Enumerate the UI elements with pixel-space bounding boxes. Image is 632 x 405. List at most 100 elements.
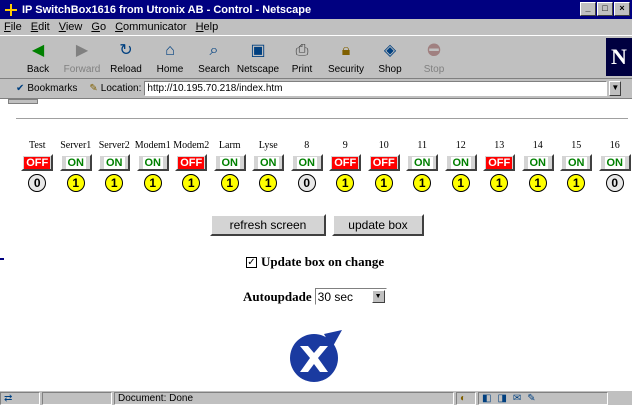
url-dropdown-button[interactable]: ▼	[609, 81, 622, 96]
security-indicator: ◐	[456, 391, 476, 405]
netscape-label: Netscape	[236, 64, 280, 75]
switch-toggle-button[interactable]: ON	[444, 154, 477, 171]
bookmarks-button[interactable]: ✔ Bookmarks	[16, 83, 77, 94]
switch-status-indicator: 0	[28, 174, 47, 192]
switch-state-text: OFF	[370, 156, 397, 169]
page-content: Test OFF 0 Server1 ON 1 Server2 ON 1 Modem1 ON 1 Mod…	[8, 104, 632, 390]
switch-label: 15	[571, 140, 582, 151]
switch-state-text: OFF	[486, 156, 513, 169]
switch-label: 9	[342, 140, 348, 151]
switch-label: 11	[417, 140, 428, 151]
url-input[interactable]: http://10.195.70.218/index.htm	[144, 81, 608, 96]
autoupdate-select[interactable]: 30 sec ▼	[314, 288, 387, 305]
switch-column: 12 ON 1	[442, 140, 481, 192]
component-icons: ◧◨✉✎	[482, 392, 542, 404]
switch-toggle-button[interactable]: ON	[598, 154, 631, 171]
stop-icon: ⛔︎	[427, 42, 441, 59]
switch-toggle-button[interactable]: OFF	[175, 154, 208, 171]
horizontal-rule	[16, 118, 628, 120]
switch-toggle-button[interactable]: ON	[252, 154, 285, 171]
forward-label: Forward	[63, 64, 101, 75]
switch-toggle-button[interactable]: ON	[213, 154, 246, 171]
switch-state-text: ON	[604, 156, 625, 169]
status-bar: ⇄ Document: Done ◐ ◧◨✉✎	[0, 390, 632, 405]
search-button[interactable]: ⌕ Search	[192, 36, 236, 78]
back-arrow-icon: ◀	[31, 42, 45, 59]
search-icon: ⌕	[209, 42, 219, 59]
connection-icon: ⇄	[4, 392, 13, 404]
home-button[interactable]: ⌂ Home	[148, 36, 192, 78]
connection-indicator: ⇄	[0, 391, 40, 405]
switch-column: 13 OFF 1	[480, 140, 519, 192]
component-bar: ◧◨✉✎	[478, 391, 608, 405]
switch-toggle-button[interactable]: OFF	[367, 154, 400, 171]
shop-label: Shop	[378, 64, 402, 75]
menu-edit[interactable]: Edit	[31, 21, 50, 33]
switch-column: 9 OFF 1	[326, 140, 365, 192]
utronix-logo	[290, 330, 342, 382]
switch-status-indicator: 1	[490, 174, 509, 192]
switch-status-indicator: 1	[143, 174, 162, 192]
reload-label: Reload	[110, 64, 142, 75]
switch-toggle-button[interactable]: OFF	[21, 154, 54, 171]
back-button[interactable]: ◀ Back	[16, 36, 60, 78]
netscape-button[interactable]: ▣ Netscape	[236, 36, 280, 78]
security-button[interactable]: 🔒︎ Security	[324, 36, 368, 78]
autoupdate-label: Autoupdade	[243, 288, 312, 304]
location-icon: ✎	[89, 83, 98, 94]
update-box-button[interactable]: update box	[332, 214, 424, 236]
switch-label: Larm	[218, 140, 241, 151]
switch-state-text: ON	[219, 156, 240, 169]
bookmark-icon: ✔	[16, 83, 25, 94]
menu-go[interactable]: Go	[91, 21, 106, 33]
switch-state-text: ON	[450, 156, 471, 169]
switch-column: Modem1 ON 1	[134, 140, 173, 192]
switch-toggle-button[interactable]: ON	[406, 154, 439, 171]
switch-column: Larm ON 1	[211, 140, 250, 192]
switch-state-text: ON	[296, 156, 317, 169]
menu-help[interactable]: Help	[196, 21, 219, 33]
minimize-button[interactable]: _	[580, 2, 596, 16]
refresh-screen-button[interactable]: refresh screen	[210, 214, 326, 236]
switch-toggle-button[interactable]: ON	[560, 154, 593, 171]
switch-label: 16	[609, 140, 620, 151]
reload-button[interactable]: ↻ Reload	[104, 36, 148, 78]
switch-column: Test OFF 0	[18, 140, 57, 192]
menu-view[interactable]: View	[59, 21, 83, 33]
maximize-button[interactable]: □	[597, 2, 613, 16]
switch-label: 13	[494, 140, 505, 151]
switch-toggle-button[interactable]: OFF	[483, 154, 516, 171]
switch-state-text: ON	[258, 156, 279, 169]
switch-label: Server2	[98, 140, 130, 151]
search-label: Search	[198, 64, 230, 75]
stop-button[interactable]: ⛔︎ Stop	[412, 36, 456, 78]
menu-communicator[interactable]: Communicator	[115, 21, 187, 33]
switch-toggle-button[interactable]: ON	[98, 154, 131, 171]
switch-column: 16 ON 0	[596, 140, 632, 192]
window-controls: _ □ ×	[580, 2, 630, 16]
autoupdate-value: 30 sec	[317, 289, 353, 304]
print-button[interactable]: ⎙ Print	[280, 36, 324, 78]
update-on-change-checkbox[interactable]: ✓	[246, 256, 257, 268]
switch-toggle-button[interactable]: ON	[290, 154, 323, 171]
switch-state-text: OFF	[332, 156, 359, 169]
print-label: Print	[291, 64, 313, 75]
switch-label: 12	[455, 140, 466, 151]
switch-status-indicator: 0	[605, 174, 624, 192]
switch-label: Server1	[60, 140, 92, 151]
switch-status-indicator: 1	[451, 174, 470, 192]
switch-toggle-button[interactable]: ON	[521, 154, 554, 171]
switch-toggle-button[interactable]: ON	[136, 154, 169, 171]
switch-state-text: ON	[65, 156, 86, 169]
navigation-toolbar: ◀ Back ▶ Forward ↻ Reload ⌂ Home ⌕ Searc…	[0, 35, 632, 79]
switch-toggle-button[interactable]: ON	[59, 154, 92, 171]
switch-status-indicator: 1	[182, 174, 201, 192]
menu-file[interactable]: File	[4, 21, 22, 33]
shop-button[interactable]: ◈ Shop	[368, 36, 412, 78]
switch-status-indicator: 1	[413, 174, 432, 192]
forward-button[interactable]: ▶ Forward	[60, 36, 104, 78]
autoupdate-row: Autoupdade 30 sec ▼	[243, 288, 387, 305]
switch-toggle-button[interactable]: OFF	[329, 154, 362, 171]
forward-arrow-icon: ▶	[75, 42, 89, 59]
close-button[interactable]: ×	[614, 2, 630, 16]
